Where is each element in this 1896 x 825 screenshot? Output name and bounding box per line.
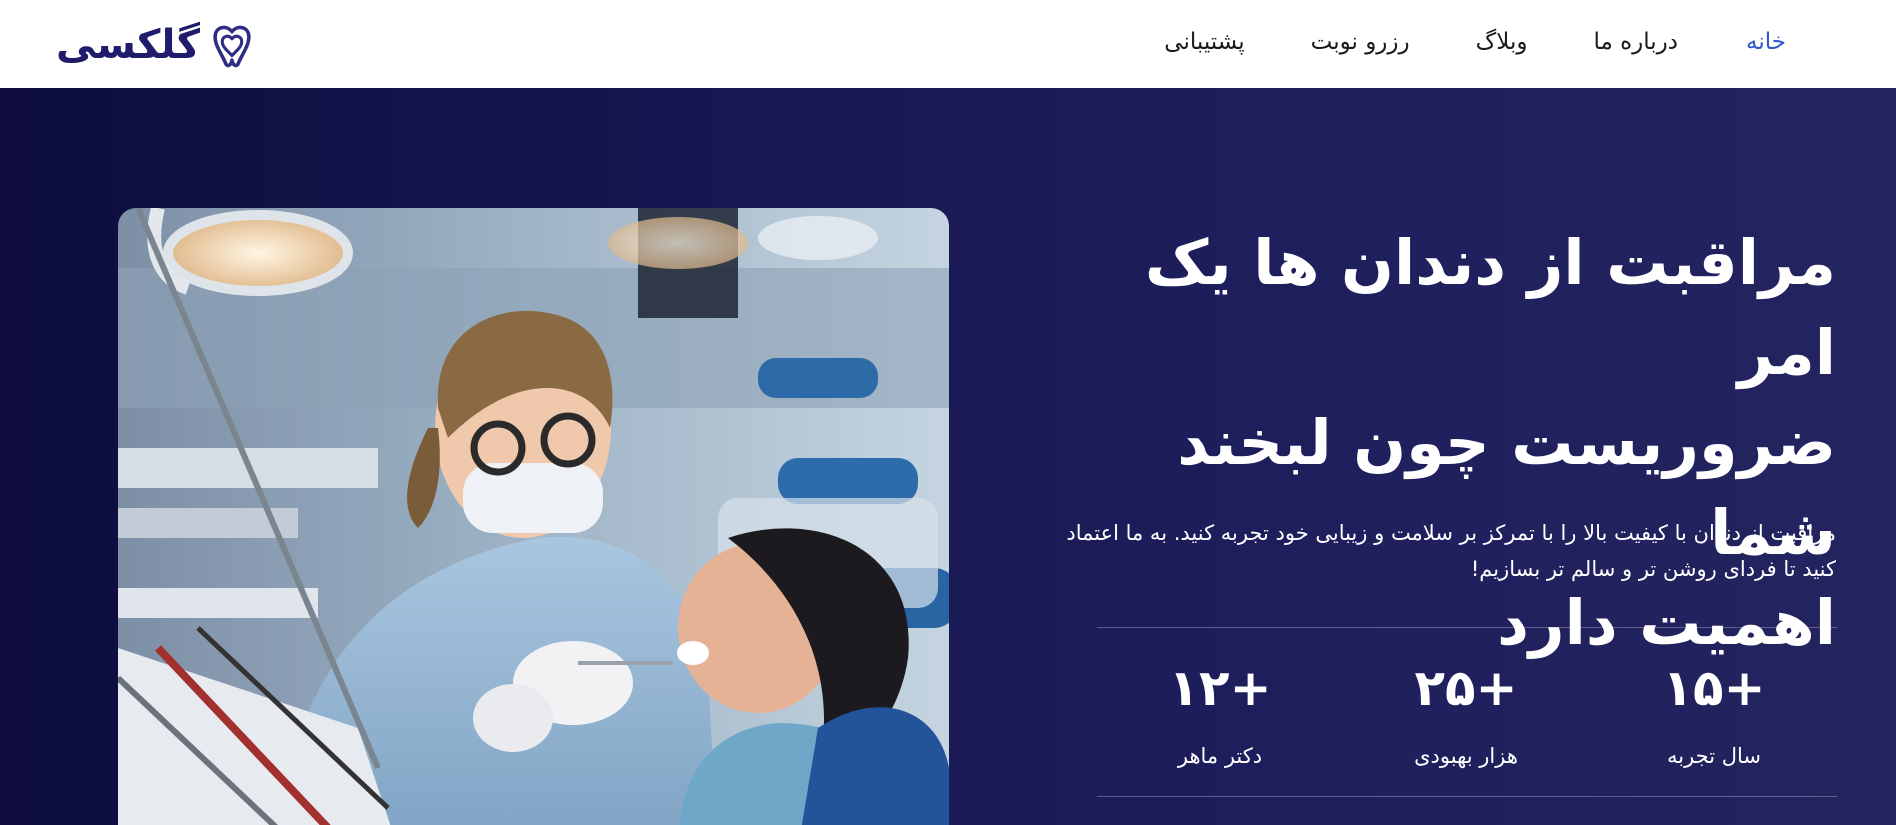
- stat-label: هزار بهبودی: [1414, 744, 1518, 768]
- tooth-heart-icon: [213, 25, 251, 68]
- brand-name: گلکسی: [56, 22, 201, 68]
- stat-value: ۲۵+: [1414, 659, 1518, 717]
- hero-section: مراقبت از دندان ها یک امر ضروریست چون لب…: [0, 88, 1896, 825]
- nav-item-blog[interactable]: وبلاگ: [1476, 29, 1528, 55]
- nav-item-home[interactable]: خانه: [1746, 29, 1786, 55]
- headline-line: مراقبت از دندان ها یک امر: [1144, 226, 1836, 389]
- stat-label: سال تجربه: [1666, 744, 1762, 768]
- stats-divider-bottom: [1097, 796, 1837, 797]
- stat-label: دکتر ماهر: [1177, 744, 1263, 768]
- navbar: گلکسی خانه درباره ما وبلاگ رزرو نوبت پشت…: [0, 0, 1896, 88]
- nav-item-about[interactable]: درباره ما: [1593, 29, 1678, 55]
- brand-logo[interactable]: گلکسی: [56, 18, 256, 72]
- nav-item-booking[interactable]: رزرو نوبت: [1311, 29, 1410, 55]
- stat-doctors: ۱۲+ دکتر ماهر: [1100, 658, 1340, 768]
- dental-clinic-photo: [118, 208, 949, 825]
- headline-line: اهمیت دارد: [1497, 586, 1836, 659]
- main-nav: خانه درباره ما وبلاگ رزرو نوبت پشتیبانی: [696, 0, 1896, 84]
- hero-subtitle: مراقبت از دندان با کیفیت بالا را با تمرک…: [1066, 521, 1836, 581]
- stat-value: ۱۲+: [1168, 659, 1272, 717]
- stat-recoveries: ۲۵+ هزار بهبودی: [1346, 658, 1586, 768]
- stat-experience: ۱۵+ سال تجربه: [1594, 658, 1834, 768]
- stat-value: ۱۵+: [1662, 659, 1766, 717]
- stats-divider-top: [1097, 627, 1837, 628]
- nav-item-support[interactable]: پشتیبانی: [1164, 29, 1244, 55]
- hero-headline: مراقبت از دندان ها یک امر ضروریست چون لب…: [1036, 218, 1836, 668]
